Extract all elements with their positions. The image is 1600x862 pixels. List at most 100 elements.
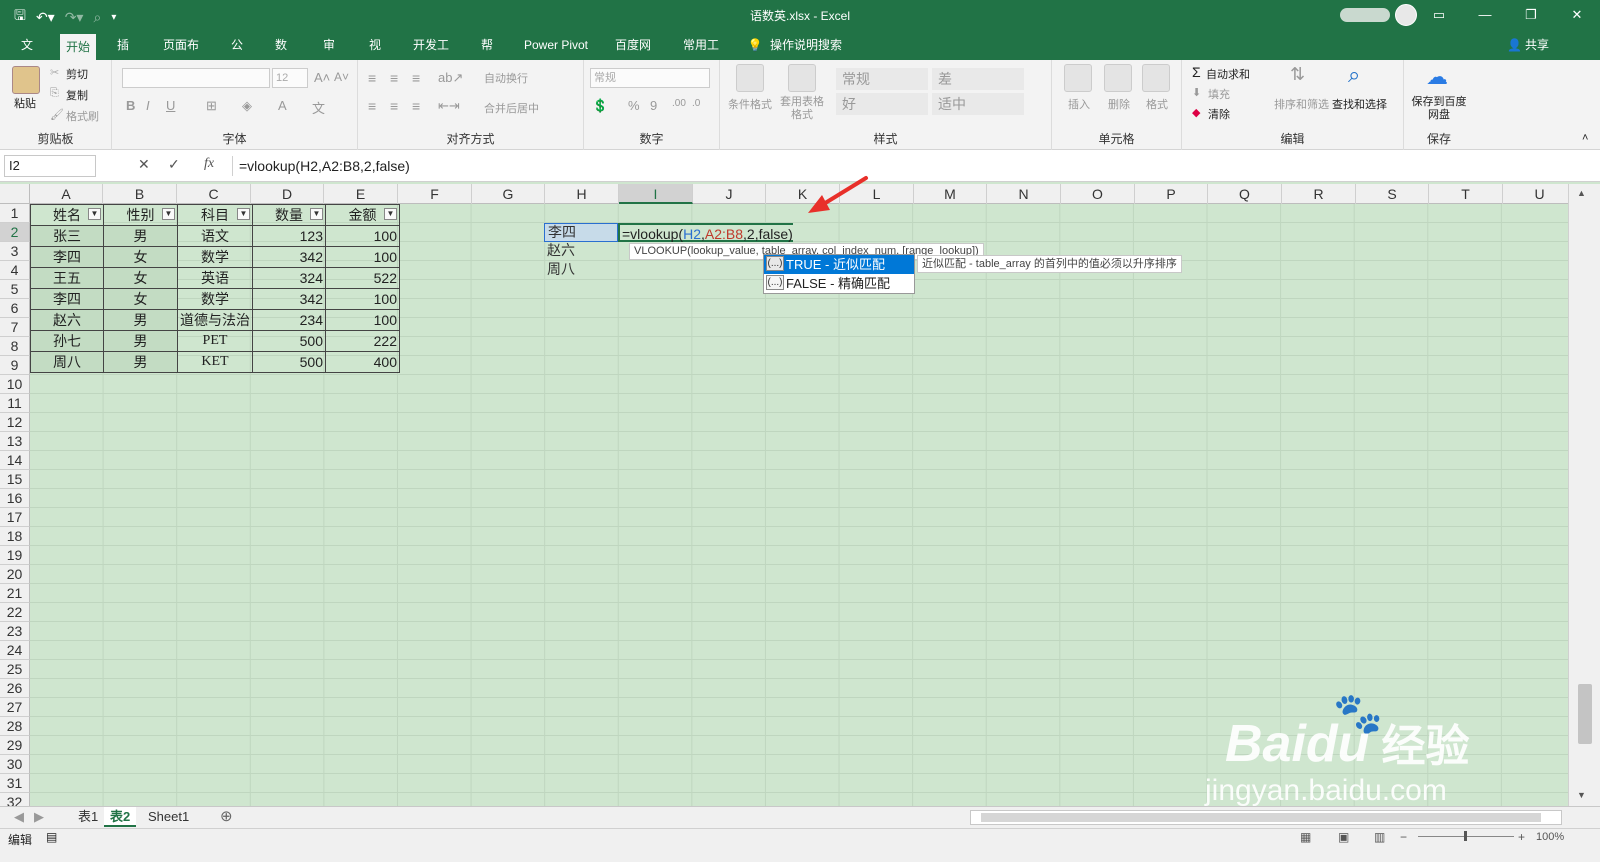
increase-decimal-icon[interactable]: .00 [672, 98, 686, 109]
header-cell[interactable]: 姓名 ▼ [30, 204, 104, 226]
table-cell[interactable]: 女 [103, 267, 178, 289]
filter-dropdown-icon[interactable]: ▼ [162, 208, 175, 220]
tab-home[interactable]: 开始 [60, 34, 96, 60]
grow-font-icon[interactable]: A˄ [314, 70, 330, 85]
table-cell[interactable]: KET [177, 351, 253, 373]
table-cell[interactable]: 123 [252, 225, 326, 247]
row-header-21[interactable]: 21 [0, 584, 30, 603]
tab-baidu-netdisk[interactable]: 百度网盘 [608, 30, 658, 82]
column-header-d[interactable]: D [251, 184, 324, 204]
decrease-decimal-icon[interactable]: .0 [692, 98, 700, 109]
filter-dropdown-icon[interactable]: ▼ [310, 208, 323, 220]
row-header-31[interactable]: 31 [0, 774, 30, 793]
table-cell[interactable]: 张三 [30, 225, 104, 247]
column-header-q[interactable]: Q [1208, 184, 1282, 204]
column-header-i[interactable]: I [619, 184, 693, 204]
find-select-button[interactable]: 查找和选择 [1332, 96, 1387, 112]
insert-function-button[interactable]: fx [204, 156, 214, 172]
column-header-h[interactable]: H [545, 184, 619, 204]
zoom-out-icon[interactable]: − [1400, 830, 1407, 844]
shrink-font-icon[interactable]: A˅ [334, 70, 349, 84]
row-header-1[interactable]: 1 [0, 204, 30, 223]
column-header-s[interactable]: S [1356, 184, 1429, 204]
table-cell[interactable]: 342 [252, 246, 326, 268]
row-header-23[interactable]: 23 [0, 622, 30, 641]
comma-button[interactable]: 9 [650, 98, 657, 113]
column-header-k[interactable]: K [766, 184, 840, 204]
row-header-10[interactable]: 10 [0, 375, 30, 394]
tab-common-tools[interactable]: 常用工具 [676, 30, 726, 82]
h-scroll-thumb[interactable] [981, 813, 1541, 822]
header-cell[interactable]: 金额 ▼ [325, 204, 400, 226]
active-cell-editor[interactable]: =vlookup(H2,A2:B8,2,false) [618, 223, 793, 242]
close-icon[interactable]: ✕ [1554, 0, 1600, 30]
table-cell[interactable]: 语文 [177, 225, 253, 247]
column-header-r[interactable]: R [1282, 184, 1356, 204]
next-sheet-icon[interactable]: ▶ [28, 807, 50, 827]
collapse-ribbon-icon[interactable]: ˄ [1582, 132, 1588, 144]
row-header-15[interactable]: 15 [0, 470, 30, 489]
tab-help[interactable]: 帮助 [474, 30, 500, 82]
row-header-2[interactable]: 2 [0, 223, 30, 242]
row-header-25[interactable]: 25 [0, 660, 30, 679]
table-cell[interactable]: 李四 [30, 246, 104, 268]
header-cell[interactable]: 科目 ▼ [177, 204, 253, 226]
column-header-f[interactable]: F [398, 184, 472, 204]
number-format-combo[interactable]: 常规 [590, 68, 710, 88]
row-header-26[interactable]: 26 [0, 679, 30, 698]
copy-button[interactable]: 复制 [66, 87, 88, 103]
avatar[interactable] [1395, 4, 1417, 26]
conditional-format-button[interactable]: 条件格式 [728, 96, 772, 112]
table-cell[interactable]: 李四 [30, 288, 104, 310]
table-cell[interactable]: 522 [325, 267, 400, 289]
table-cell[interactable]: 数学 [177, 246, 253, 268]
cancel-icon[interactable]: ✕ [138, 156, 150, 173]
horizontal-scrollbar[interactable] [970, 810, 1562, 825]
normal-view-icon[interactable]: ▦ [1300, 830, 1311, 844]
column-header-l[interactable]: L [840, 184, 914, 204]
row-header-29[interactable]: 29 [0, 736, 30, 755]
sheet-tab-2[interactable]: 表2 [104, 807, 137, 827]
row-header-14[interactable]: 14 [0, 451, 30, 470]
row-header-32[interactable]: 32 [0, 793, 30, 806]
row-header-17[interactable]: 17 [0, 508, 30, 527]
autocomplete-item-false[interactable]: (...) FALSE - 精确匹配 [764, 274, 914, 293]
paste-icon[interactable] [12, 66, 40, 94]
column-header-o[interactable]: O [1061, 184, 1135, 204]
row-header-4[interactable]: 4 [0, 261, 30, 280]
table-cell[interactable]: 女 [103, 288, 178, 310]
row-header-3[interactable]: 3 [0, 242, 30, 261]
minimize-icon[interactable]: — [1462, 0, 1508, 30]
row-header-20[interactable]: 20 [0, 565, 30, 584]
table-cell[interactable]: 孙七 [30, 330, 104, 352]
indent-icon[interactable]: ⇤⇥ [438, 98, 460, 114]
font-size-combo[interactable]: 12 [272, 68, 308, 88]
sheet-tab-1[interactable]: 表1 [72, 807, 104, 827]
bold-button[interactable]: B [126, 98, 135, 113]
row-header-27[interactable]: 27 [0, 698, 30, 717]
table-cell[interactable]: PET [177, 330, 253, 352]
italic-button[interactable]: I [146, 98, 150, 113]
wrap-text-button[interactable]: 自动换行 [484, 70, 528, 86]
fill-color-icon[interactable]: ◈ [242, 98, 252, 114]
page-layout-view-icon[interactable]: ▣ [1338, 830, 1349, 844]
font-name-combo[interactable] [122, 68, 270, 88]
table-cell[interactable]: 400 [325, 351, 400, 373]
formula-input[interactable]: =vlookup(H2,A2:B8,2,false) [232, 156, 1580, 176]
row-header-5[interactable]: 5 [0, 280, 30, 299]
filter-dropdown-icon[interactable]: ▼ [237, 208, 250, 220]
scroll-thumb[interactable] [1578, 684, 1592, 744]
row-header-6[interactable]: 6 [0, 299, 30, 318]
row-header-11[interactable]: 11 [0, 394, 30, 413]
save-to-netdisk-button[interactable]: 保存到百度网盘 [1410, 96, 1468, 122]
select-all-button[interactable] [0, 184, 30, 204]
lookup-cell[interactable]: 赵六 [544, 242, 618, 261]
sheet-tab-sheet1[interactable]: Sheet1 [142, 807, 195, 827]
name-box[interactable]: I2 [4, 155, 96, 177]
table-cell[interactable]: 342 [252, 288, 326, 310]
table-cell[interactable]: 100 [325, 309, 400, 331]
table-cell[interactable]: 男 [103, 225, 178, 247]
phonetic-icon[interactable]: 文 [312, 98, 325, 117]
row-header-16[interactable]: 16 [0, 489, 30, 508]
style-neutral[interactable]: 适中 [932, 93, 1024, 115]
